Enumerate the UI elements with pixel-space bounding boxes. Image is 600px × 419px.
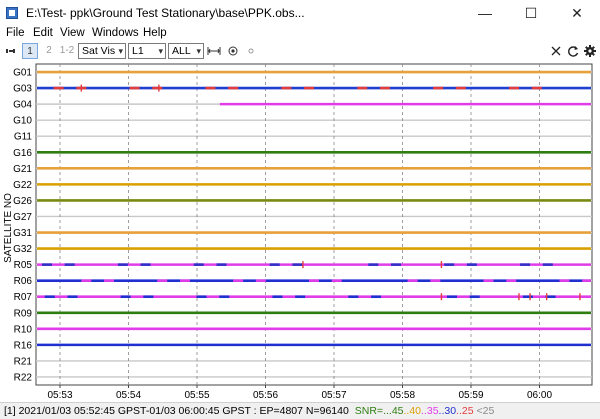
chevron-down-icon: ▾ xyxy=(118,46,123,56)
fit-horizontal-icon[interactable] xyxy=(206,43,222,59)
satellite-label: G26 xyxy=(13,196,32,207)
time-tick-label: 05:56 xyxy=(253,390,278,401)
status-bar: [1] 2021/01/03 05:52:45 GPST-01/03 06:00… xyxy=(0,402,600,419)
time-tick-label: 05:55 xyxy=(184,390,209,401)
point-icon[interactable] xyxy=(244,43,258,59)
satellite-label: R06 xyxy=(14,276,33,287)
satellite-label: R21 xyxy=(14,356,33,367)
satellite-label: G21 xyxy=(13,164,32,175)
plot-type-select[interactable]: Sat Vis ▾ xyxy=(78,43,126,59)
close-button[interactable]: ✕ xyxy=(554,0,600,26)
receiver-1-2-button[interactable]: 1-2 xyxy=(58,43,76,59)
status-main: [1] 2021/01/03 05:52:45 GPST-01/03 06:00… xyxy=(4,405,349,417)
status-text: [1] 2021/01/03 05:52:45 GPST-01/03 06:00… xyxy=(4,405,494,417)
satellite-label: G03 xyxy=(13,84,32,95)
satellite-label: G01 xyxy=(13,68,32,79)
frequency-select[interactable]: L1 ▾ xyxy=(128,43,166,59)
satellite-label: R22 xyxy=(14,372,33,383)
menu-view[interactable]: View xyxy=(60,27,85,39)
snr-legend-item: <25 xyxy=(473,405,495,417)
minimize-button[interactable]: — xyxy=(462,0,508,26)
time-tick-label: 05:58 xyxy=(390,390,415,401)
time-tick-label: 05:57 xyxy=(321,390,346,401)
satellite-label: G16 xyxy=(13,148,32,159)
title-bar: E:\Test- ppk\Ground Test Stationary\base… xyxy=(0,0,600,26)
satellite-label: R16 xyxy=(14,340,33,351)
menu-file[interactable]: File xyxy=(6,27,25,39)
satellite-label: R10 xyxy=(14,324,33,335)
menu-bar: File Edit View Windows Help xyxy=(0,26,600,42)
window-title: E:\Test- ppk\Ground Test Stationary\base… xyxy=(26,6,305,20)
satellite-label: G10 xyxy=(13,116,32,127)
snr-legend-item: ..40 xyxy=(403,405,422,417)
satellite-label: R07 xyxy=(14,292,33,303)
satellite-label: G31 xyxy=(13,228,32,239)
snr-legend-item: ...45 xyxy=(383,405,404,417)
time-tick-label: 05:53 xyxy=(47,390,72,401)
snr-legend: ...45..40..35..30..25 <25 xyxy=(383,405,494,417)
refresh-icon[interactable] xyxy=(566,43,580,59)
satellite-visibility-plot[interactable]: SATELLITE NO G01G03G04G10G11G16G21G22G26… xyxy=(0,60,600,402)
plot-frame xyxy=(35,63,593,386)
receiver-1-button[interactable]: 1 xyxy=(22,43,38,59)
chevron-down-icon: ▾ xyxy=(196,46,201,56)
satellite-label: R05 xyxy=(14,260,33,271)
time-tick-label: 06:00 xyxy=(527,390,552,401)
menu-edit[interactable]: Edit xyxy=(33,27,53,39)
satellite-label: G27 xyxy=(13,212,32,223)
maximize-button[interactable]: ☐ xyxy=(508,0,554,26)
time-tick-label: 05:54 xyxy=(116,390,141,401)
snr-legend-item: ..25 xyxy=(456,405,474,417)
satellite-label: G11 xyxy=(14,132,33,143)
center-target-icon[interactable] xyxy=(226,43,240,59)
satellite-label: G04 xyxy=(13,100,32,111)
gear-icon[interactable] xyxy=(583,43,597,59)
receiver-2-button[interactable]: 2 xyxy=(42,43,56,59)
grip-icon xyxy=(4,43,16,59)
menu-windows[interactable]: Windows xyxy=(92,27,139,39)
satellite-label: G22 xyxy=(13,180,32,191)
app-icon xyxy=(6,7,18,19)
menu-help[interactable]: Help xyxy=(143,27,167,39)
satellite-label: G32 xyxy=(13,244,32,255)
satellite-label: R09 xyxy=(14,308,33,319)
chevron-down-icon: ▾ xyxy=(158,46,163,56)
snr-legend-item: ..35 xyxy=(421,405,439,417)
toolbar: 1 2 1-2 Sat Vis ▾ L1 ▾ ALL ▾ xyxy=(0,42,600,60)
time-tick-label: 05:59 xyxy=(458,390,483,401)
close-icon[interactable] xyxy=(549,43,563,59)
snr-legend-item: ..30 xyxy=(438,405,457,417)
snr-label: SNR= xyxy=(354,405,384,417)
satellite-select[interactable]: ALL ▾ xyxy=(168,43,204,59)
